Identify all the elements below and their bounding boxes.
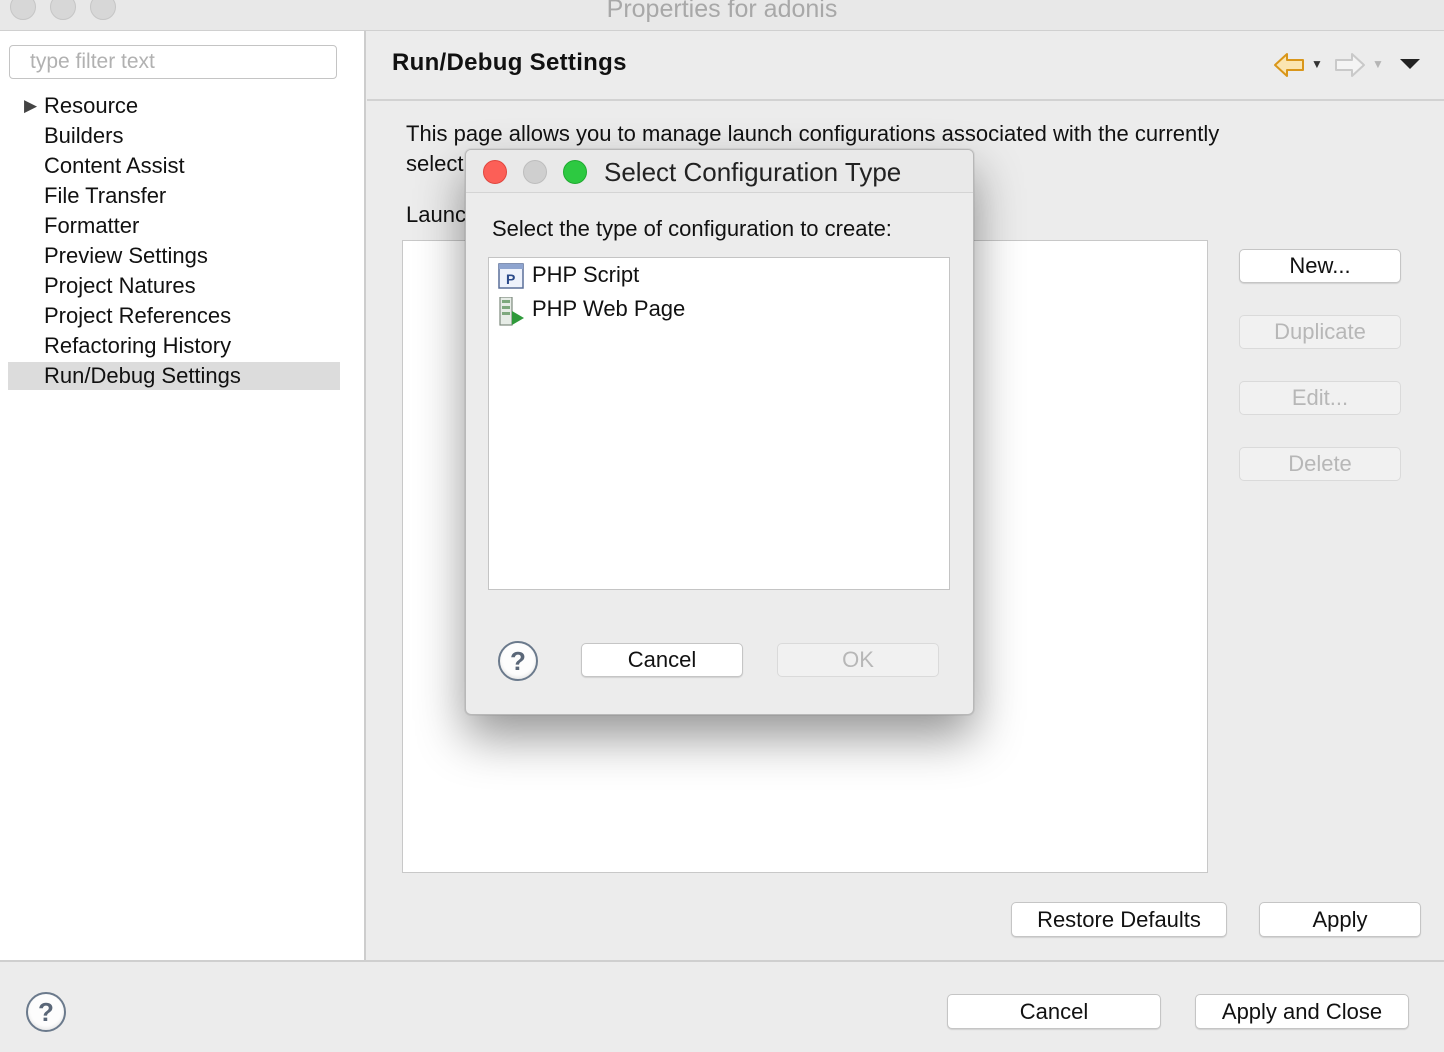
dialog-zoom-button[interactable]	[563, 160, 587, 184]
delete-button[interactable]: Delete	[1239, 447, 1401, 481]
tree-item-label: Refactoring History	[44, 333, 232, 358]
dialog-close-button[interactable]	[483, 160, 507, 184]
forward-button[interactable]	[1334, 51, 1366, 79]
tree-item-project-references[interactable]: Project References	[8, 302, 340, 330]
php-script-icon: P	[498, 263, 524, 289]
tree-item-label: Formatter	[44, 213, 140, 238]
page-title: Run/Debug Settings	[392, 49, 627, 76]
list-item-php-script[interactable]: P PHP Script	[498, 260, 639, 290]
window-title-bar: Properties for adonis	[0, 0, 1444, 31]
restore-defaults-button[interactable]: Restore Defaults	[1011, 902, 1227, 937]
new-button[interactable]: New...	[1239, 249, 1401, 283]
tree-item-refactoring-history[interactable]: Refactoring History	[8, 332, 340, 360]
tree-item-label: Builders	[44, 123, 124, 148]
svg-text:P: P	[506, 271, 515, 287]
dialog-help-icon[interactable]: ?	[498, 641, 538, 681]
tree-item-label: File Transfer	[44, 183, 167, 208]
tree-item-label: Project Natures	[44, 273, 196, 298]
back-history-dropdown[interactable]: ▼	[1311, 55, 1323, 83]
tree-item-project-natures[interactable]: Project Natures	[8, 272, 340, 300]
dialog-prompt: Select the type of configuration to crea…	[492, 216, 892, 241]
dialog-minimize-button[interactable]	[523, 160, 547, 184]
page-header: Run/Debug Settings ▼ ▼	[367, 31, 1444, 101]
tree-item-label: Resource	[44, 93, 139, 118]
apply-button[interactable]: Apply	[1259, 902, 1421, 937]
dialog-title: Select Configuration Type	[604, 157, 902, 187]
view-menu-icon	[1400, 59, 1420, 69]
tree-item-label: Project References	[44, 303, 232, 328]
list-item-label: PHP Script	[532, 262, 640, 287]
tree-item-label: Run/Debug Settings	[44, 363, 241, 388]
tree-item-content-assist[interactable]: Content Assist	[8, 152, 340, 180]
dialog-title-bar: Select Configuration Type	[466, 150, 973, 193]
filter-input[interactable]	[9, 45, 337, 79]
footer-divider	[0, 960, 1444, 962]
launch-configurations-label: Launc	[406, 202, 466, 227]
page-description-line2: select	[406, 151, 464, 176]
expand-arrow-icon[interactable]: ▶	[24, 92, 37, 120]
apply-and-close-button[interactable]: Apply and Close	[1195, 994, 1409, 1029]
select-configuration-type-dialog: Select Configuration Type Select the typ…	[465, 149, 974, 715]
tree-item-label: Preview Settings	[44, 243, 208, 268]
tree-item-builders[interactable]: Builders	[8, 122, 340, 150]
window-title: Properties for adonis	[606, 0, 838, 23]
dialog-cancel-button[interactable]: Cancel	[581, 643, 743, 677]
tree-item-run-debug-settings[interactable]: Run/Debug Settings	[8, 362, 340, 390]
chevron-down-icon: ▼	[1372, 57, 1384, 71]
back-button[interactable]	[1273, 51, 1305, 79]
page-description: This page allows you to manage launch co…	[406, 121, 1220, 146]
list-item-label: PHP Web Page	[532, 296, 686, 321]
forward-arrow-icon	[1335, 53, 1365, 77]
tree-item-file-transfer[interactable]: File Transfer	[8, 182, 340, 210]
properties-nav-pane: ▶ Resource Builders Content Assist File …	[0, 31, 366, 960]
tree-item-preview-settings[interactable]: Preview Settings	[8, 242, 340, 270]
forward-history-dropdown[interactable]: ▼	[1372, 55, 1384, 83]
list-item-php-web-page[interactable]: PHP Web Page	[498, 294, 686, 326]
tree-item-resource[interactable]: ▶ Resource	[8, 92, 340, 120]
back-arrow-icon	[1274, 53, 1304, 77]
dialog-ok-button[interactable]: OK	[777, 643, 939, 677]
tree-item-label: Content Assist	[44, 153, 185, 178]
view-menu-button[interactable]	[1399, 57, 1421, 85]
php-web-page-icon	[499, 297, 524, 326]
cancel-button[interactable]: Cancel	[947, 994, 1161, 1029]
chevron-down-icon: ▼	[1311, 57, 1323, 71]
tree-item-formatter[interactable]: Formatter	[8, 212, 340, 240]
duplicate-button[interactable]: Duplicate	[1239, 315, 1401, 349]
configuration-type-list[interactable]: P PHP Script PHP Web Page	[488, 257, 950, 590]
help-icon[interactable]: ?	[26, 992, 66, 1032]
edit-button[interactable]: Edit...	[1239, 381, 1401, 415]
